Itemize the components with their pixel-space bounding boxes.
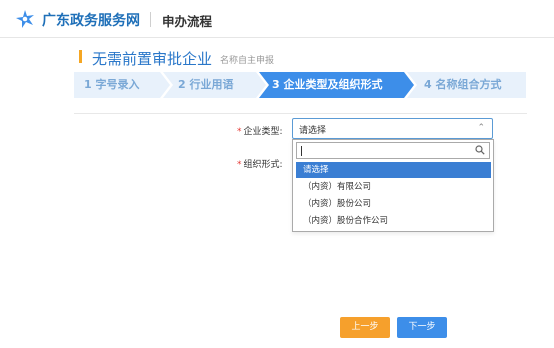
next-step-button[interactable]: 下一步 (397, 317, 447, 338)
enterprise-type-selected-value: 请选择 (299, 126, 327, 136)
previous-step-button[interactable]: 上一步 (340, 317, 390, 338)
org-form-label-text: 组织形式: (243, 160, 283, 170)
option-please-select[interactable]: 请选择 (296, 162, 491, 178)
step-1: 1 字号录入 (84, 78, 140, 91)
top-header: 广东政务服务网 申办流程 (0, 0, 554, 38)
option-domestic-limited-company[interactable]: （内资）有限公司 (296, 179, 491, 195)
page-title: 无需前置审批企业 (92, 50, 213, 68)
header-divider (150, 12, 151, 27)
option-domestic-joint-stock-company[interactable]: （内资）股份公司 (296, 196, 491, 212)
chevron-up-icon: ⌃ (477, 123, 485, 133)
text-cursor (301, 146, 302, 156)
enterprise-type-label-text: 企业类型: (243, 127, 283, 137)
required-mark: * (237, 160, 242, 170)
enterprise-type-select[interactable]: 请选择 ⌃ (292, 118, 493, 139)
guangdong-service-logo-icon[interactable] (14, 9, 36, 29)
page-subtitle: 名称自主申报 (220, 56, 275, 66)
search-icon (475, 145, 485, 155)
step-progress-bar: 1 字号录入 2 行业用语 3 企业类型及组织形式 4 名称组合方式 (74, 72, 526, 98)
site-name[interactable]: 广东政务服务网 (42, 10, 140, 30)
option-domestic-stock-cooperative-company[interactable]: （内资）股份合作公司 (296, 213, 491, 229)
section-divider (74, 113, 527, 114)
enterprise-type-dropdown: 请选择 （内资）有限公司 （内资）股份公司 （内资）股份合作公司 (292, 139, 494, 232)
step-2: 2 行业用语 (178, 78, 234, 91)
dropdown-search-input[interactable] (296, 142, 490, 159)
step-4: 4 名称组合方式 (424, 78, 502, 91)
section-title: 申办流程 (162, 14, 213, 29)
required-mark: * (237, 127, 242, 137)
title-accent-bar (79, 50, 82, 63)
org-form-label: * 组织形式: (237, 157, 283, 170)
step-3: 3 企业类型及组织形式 (272, 78, 383, 91)
enterprise-type-label: * 企业类型: (237, 124, 283, 137)
